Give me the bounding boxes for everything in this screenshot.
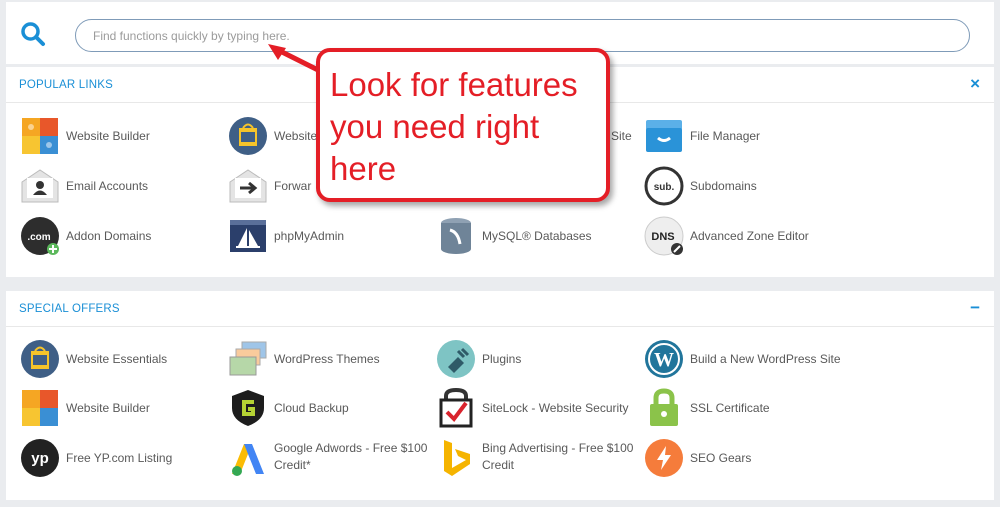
- offer-label: Build a New WordPress Site: [690, 352, 841, 366]
- offer-label: WordPress Themes: [274, 352, 380, 366]
- mysql-databases-icon: [441, 218, 471, 254]
- link-file-manager[interactable]: File Manager: [632, 114, 842, 158]
- link-label: Advanced Zone Editor: [690, 229, 809, 243]
- link-phpmyadmin[interactable]: phpMyAdmin: [216, 214, 426, 258]
- svg-text:DNS: DNS: [651, 231, 674, 243]
- file-manager-icon: [646, 120, 682, 152]
- dns-zone-editor-icon: DNS: [644, 216, 684, 256]
- bing-icon: [444, 440, 470, 476]
- offer-google-adwords[interactable]: Google Adwords - Free $100 Credit*: [216, 436, 427, 480]
- offer-website-essentials[interactable]: Website Essentials: [8, 337, 218, 381]
- cloud-backup-icon: [232, 390, 264, 426]
- special-offers-panel: SPECIAL OFFERS − Website Essentials Word…: [6, 291, 994, 500]
- close-icon[interactable]: ×: [970, 75, 980, 93]
- link-label: Forwar: [274, 179, 312, 193]
- offer-wordpress-themes[interactable]: WordPress Themes: [216, 337, 426, 381]
- offer-label: Website Essentials: [66, 352, 168, 366]
- svg-text:yp: yp: [31, 450, 49, 467]
- link-subdomains[interactable]: sub. Subdomains: [632, 164, 842, 208]
- offer-label: Cloud Backup: [274, 401, 349, 415]
- link-website-builder[interactable]: Website Builder: [8, 114, 218, 158]
- wordpress-icon: W: [645, 340, 683, 378]
- yp-icon: yp: [21, 439, 59, 477]
- phpmyadmin-icon: [230, 220, 266, 252]
- callout-text: Look for features you need right here: [330, 66, 578, 187]
- plugins-icon: [437, 340, 475, 378]
- offer-seo-gears[interactable]: SEO Gears: [632, 436, 842, 480]
- offer-label: Google Adwords - Free $100 Credit*: [274, 441, 428, 472]
- svg-text:.com: .com: [27, 232, 50, 243]
- link-advanced-zone-editor[interactable]: DNS Advanced Zone Editor: [632, 214, 842, 258]
- offer-label: Website Builder: [66, 401, 150, 415]
- svg-text:W: W: [654, 349, 674, 371]
- link-label: File Manager: [690, 129, 761, 143]
- link-label: Email Accounts: [66, 179, 149, 193]
- link-label: Addon Domains: [66, 229, 152, 243]
- offer-label: Bing Advertising - Free $100 Credit: [482, 441, 634, 472]
- offer-plugins[interactable]: Plugins: [424, 337, 634, 381]
- offer-yp-listing[interactable]: yp Free YP.com Listing: [8, 436, 218, 480]
- link-label: Site: [611, 129, 632, 143]
- offer-bing-advertising[interactable]: Bing Advertising - Free $100 Credit: [424, 436, 634, 480]
- link-mysql-databases[interactable]: MySQL® Databases: [424, 214, 634, 258]
- panel-title: POPULAR LINKS: [19, 79, 113, 91]
- sitelock-icon: [439, 388, 473, 428]
- offer-sitelock[interactable]: SiteLock - Website Security: [424, 386, 634, 430]
- panel-title: SPECIAL OFFERS: [19, 303, 120, 315]
- offer-cloud-backup[interactable]: Cloud Backup: [216, 386, 426, 430]
- link-label: Website: [274, 129, 318, 143]
- subdomains-icon: sub.: [644, 166, 684, 206]
- wordpress-themes-icon: [229, 341, 267, 376]
- offer-label: Plugins: [482, 352, 522, 366]
- offer-label: Free YP.com Listing: [66, 451, 173, 465]
- link-label: MySQL® Databases: [482, 229, 592, 243]
- website-builder-icon: [22, 390, 58, 426]
- ssl-lock-icon: [650, 388, 678, 426]
- svg-text:sub.: sub.: [654, 182, 675, 193]
- addon-domains-icon: .com: [21, 217, 59, 255]
- link-label: Website Builder: [66, 129, 150, 143]
- website-essentials-icon: [229, 117, 267, 155]
- offer-label: SEO Gears: [690, 451, 752, 465]
- google-adwords-icon: [232, 444, 264, 476]
- forwarders-icon: [229, 169, 267, 203]
- link-addon-domains[interactable]: .com Addon Domains: [8, 214, 218, 258]
- offer-label: SiteLock - Website Security: [482, 401, 629, 415]
- collapse-icon[interactable]: −: [970, 299, 980, 317]
- offer-build-wordpress-site[interactable]: W Build a New WordPress Site: [632, 337, 842, 381]
- email-accounts-icon: [21, 169, 59, 203]
- panel-header: SPECIAL OFFERS −: [6, 291, 994, 327]
- link-label: Subdomains: [690, 179, 757, 193]
- website-essentials-icon: [21, 340, 59, 378]
- callout-box: Look for features you need right here: [316, 48, 610, 202]
- offer-ssl-certificate[interactable]: SSL Certificate: [632, 386, 842, 430]
- website-builder-icon: [22, 118, 58, 154]
- link-label: phpMyAdmin: [274, 229, 345, 243]
- link-email-accounts[interactable]: Email Accounts: [8, 164, 218, 208]
- search-icon[interactable]: [20, 21, 46, 47]
- seo-gears-icon: [645, 439, 683, 477]
- offer-label: SSL Certificate: [690, 401, 770, 415]
- offer-website-builder[interactable]: Website Builder: [8, 386, 218, 430]
